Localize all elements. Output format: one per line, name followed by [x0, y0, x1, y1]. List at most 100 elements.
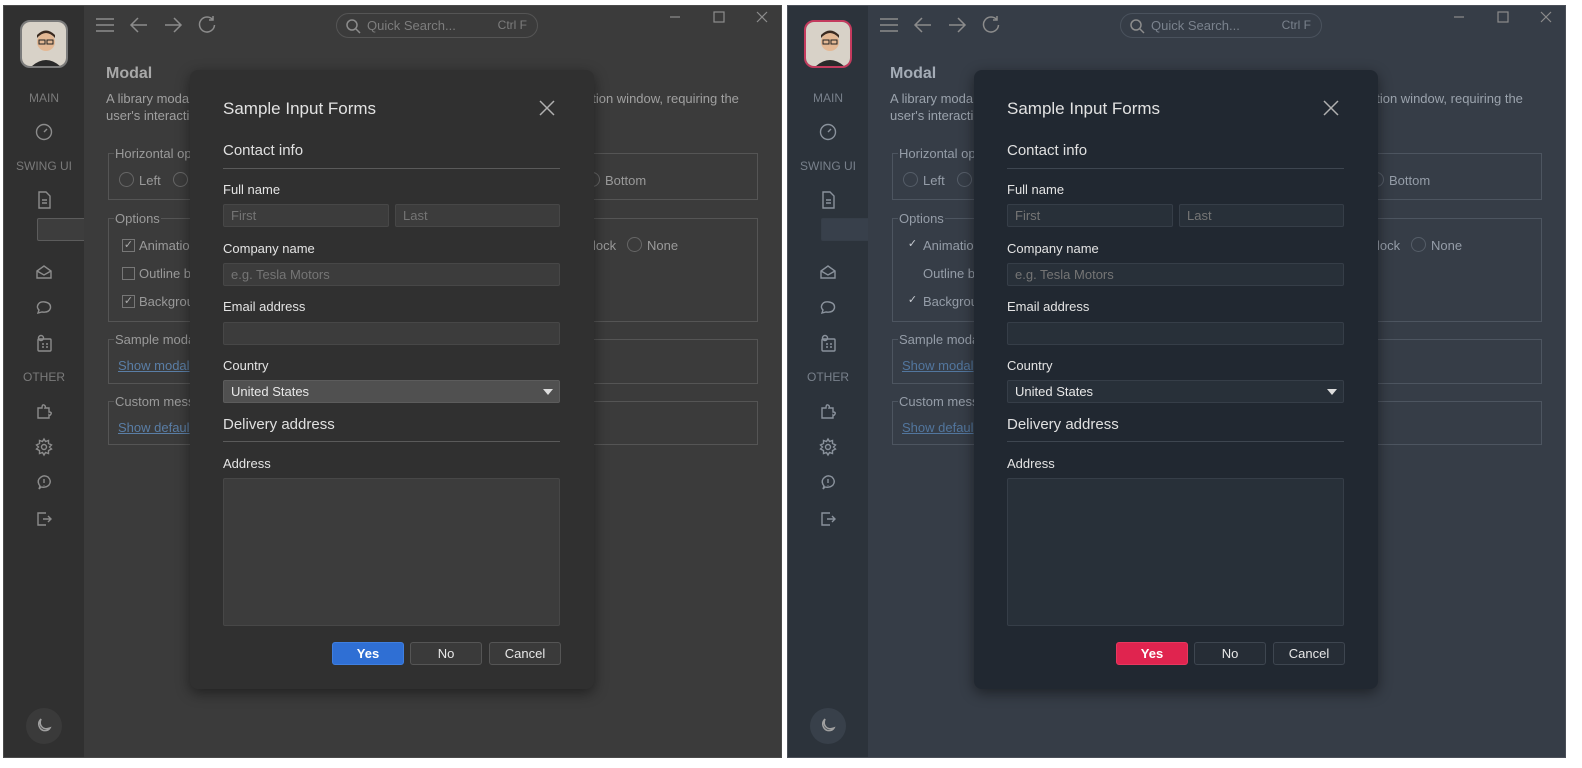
- inbox-icon: [820, 265, 836, 279]
- sidebar-item-extensions[interactable]: [24, 393, 64, 429]
- show-default-link[interactable]: Show defaul: [902, 420, 974, 435]
- moon-icon: [37, 718, 52, 732]
- sidebar-item-document[interactable]: [808, 182, 848, 218]
- contact-info-header: Contact info: [223, 142, 304, 159]
- gear-icon: [819, 437, 837, 457]
- checkbox-outline[interactable]: [122, 267, 135, 280]
- radio-left[interactable]: [903, 172, 918, 187]
- section-swing: SWING UI: [16, 159, 72, 173]
- sidebar-item-settings[interactable]: [808, 429, 848, 465]
- sidebar-item-extensions[interactable]: [808, 393, 848, 429]
- email-input[interactable]: [223, 322, 560, 345]
- minimize-button[interactable]: [668, 10, 688, 30]
- checkbox-animation-label: Animatio: [139, 238, 190, 253]
- description-start: A library modal: [106, 91, 192, 106]
- modal-close-button[interactable]: [1322, 99, 1340, 117]
- refresh-button[interactable]: [196, 14, 220, 38]
- address-textarea[interactable]: [223, 478, 560, 626]
- sidebar-item-calendar[interactable]: [808, 326, 848, 362]
- forward-button[interactable]: [946, 14, 970, 38]
- checkbox-background[interactable]: ✓: [122, 295, 135, 308]
- sidebar-item-settings[interactable]: [24, 429, 64, 465]
- window-close-button[interactable]: [755, 10, 775, 30]
- forward-button[interactable]: [162, 14, 186, 38]
- radio-none[interactable]: [1411, 237, 1426, 252]
- maximize-button[interactable]: [1496, 10, 1516, 30]
- first-name-input[interactable]: [1007, 204, 1173, 227]
- menu-button[interactable]: [878, 14, 902, 38]
- back-button[interactable]: [128, 14, 152, 38]
- checkbox-animation[interactable]: ✓: [906, 239, 919, 252]
- avatar[interactable]: [804, 20, 852, 68]
- search-icon: [345, 18, 361, 34]
- cancel-button[interactable]: Cancel: [489, 642, 561, 665]
- sidebar-item-chat[interactable]: [808, 290, 848, 326]
- sidebar-item-inbox[interactable]: [808, 254, 848, 290]
- email-input[interactable]: [1007, 322, 1344, 345]
- company-name-label: Company name: [223, 241, 315, 256]
- back-button[interactable]: [912, 14, 936, 38]
- no-button[interactable]: No: [1194, 642, 1266, 665]
- email-label: Email address: [223, 299, 306, 314]
- sidebar-item-dashboard[interactable]: [808, 114, 848, 150]
- company-name-input[interactable]: [1007, 263, 1344, 286]
- email-label: Email address: [1007, 299, 1090, 314]
- show-modal-link[interactable]: Show modal: [902, 358, 974, 373]
- no-button[interactable]: No: [410, 642, 482, 665]
- show-modal-link[interactable]: Show modal: [118, 358, 190, 373]
- alert-icon: [37, 475, 51, 490]
- description-end: ation window, requiring the: [1368, 91, 1523, 106]
- modal-dialog: Sample Input Forms Contact info Full nam…: [190, 70, 594, 689]
- radio-none[interactable]: [627, 237, 642, 252]
- menu-button[interactable]: [94, 14, 118, 38]
- sidebar-item-calendar[interactable]: [24, 326, 64, 362]
- sidebar-item-logout[interactable]: [24, 501, 64, 537]
- first-name-input[interactable]: [223, 204, 389, 227]
- country-select[interactable]: United States: [223, 380, 560, 403]
- radio-left[interactable]: [119, 172, 134, 187]
- address-textarea[interactable]: [1007, 478, 1344, 626]
- last-name-input[interactable]: [395, 204, 560, 227]
- menu-icon: [96, 18, 114, 32]
- checkbox-background[interactable]: ✓: [906, 295, 919, 308]
- sidebar-item-logout[interactable]: [808, 501, 848, 537]
- group-legend: Options: [898, 211, 945, 226]
- search-input[interactable]: Quick Search... Ctrl F: [336, 13, 538, 38]
- refresh-button[interactable]: [980, 14, 1004, 38]
- checkbox-animation[interactable]: ✓: [122, 239, 135, 252]
- sidebar-item-alerts[interactable]: [24, 465, 64, 501]
- minimize-button[interactable]: [1452, 10, 1472, 30]
- section-main: MAIN: [813, 91, 843, 105]
- cancel-button[interactable]: Cancel: [1273, 642, 1345, 665]
- search-icon: [1129, 18, 1145, 34]
- maximize-button[interactable]: [712, 10, 732, 30]
- modal-close-button[interactable]: [538, 99, 556, 117]
- show-default-link[interactable]: Show defaul: [118, 420, 190, 435]
- sidebar-item-document[interactable]: [24, 182, 64, 218]
- sidebar-item-alerts[interactable]: [808, 465, 848, 501]
- yes-button[interactable]: Yes: [332, 642, 404, 665]
- company-name-input[interactable]: [223, 263, 560, 286]
- chevron-down-icon: [1327, 389, 1337, 395]
- radio-center[interactable]: [957, 172, 972, 187]
- sidebar-item-inbox[interactable]: [24, 254, 64, 290]
- section-main: MAIN: [29, 91, 59, 105]
- minimize-icon: [670, 16, 680, 18]
- sidebar-item-dashboard[interactable]: [24, 114, 64, 150]
- theme-toggle-button[interactable]: [810, 708, 846, 744]
- avatar[interactable]: [20, 20, 68, 68]
- theme-toggle-button[interactable]: [26, 708, 62, 744]
- yes-button[interactable]: Yes: [1116, 642, 1188, 665]
- checkbox-outline[interactable]: [906, 267, 919, 280]
- last-name-input[interactable]: [1179, 204, 1344, 227]
- sidebar-item-chat[interactable]: [24, 290, 64, 326]
- maximize-icon: [713, 11, 725, 23]
- country-select[interactable]: United States: [1007, 380, 1344, 403]
- menu-icon: [880, 18, 898, 32]
- radio-center[interactable]: [173, 172, 188, 187]
- search-input[interactable]: Quick Search... Ctrl F: [1120, 13, 1322, 38]
- delivery-address-header: Delivery address: [223, 416, 335, 433]
- window-close-button[interactable]: [1539, 10, 1559, 30]
- radio-block-label: lock: [1377, 238, 1401, 253]
- back-arrow-icon: [129, 17, 147, 33]
